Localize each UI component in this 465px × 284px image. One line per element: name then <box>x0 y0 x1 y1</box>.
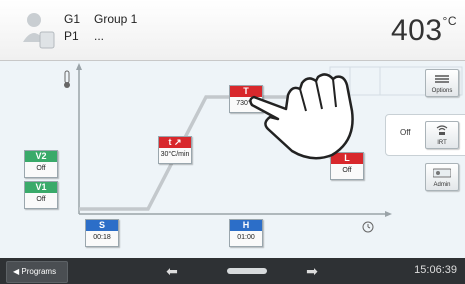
programs-arrow-icon: ◀ <box>13 267 20 276</box>
user-avatar-icon[interactable] <box>20 10 56 50</box>
options-button[interactable]: Options <box>425 69 459 97</box>
h-holding-time-button[interactable]: H 01:00 <box>229 219 263 247</box>
v1-value: Off <box>36 196 46 203</box>
t-heat-rate-button[interactable]: t ↗ 30°C/min <box>158 136 192 164</box>
t-rate-value: 30°C/min <box>160 151 190 158</box>
irt-label: IRT <box>437 140 447 146</box>
s-value: 00:18 <box>93 234 111 241</box>
programs-label: Programs <box>21 267 57 276</box>
arrow-left-icon: ⬅ <box>166 263 178 279</box>
s-label: S <box>86 220 118 231</box>
firing-curve-panel: V2 Off V1 Off S 00:18 t ↗ 30°C/min T 730… <box>0 61 465 258</box>
temperature-value: 403 <box>390 14 443 47</box>
l-value: Off <box>342 167 352 174</box>
v2-value: Off <box>36 165 46 172</box>
options-label: Options <box>431 88 453 94</box>
h-value: 01:00 <box>237 234 255 241</box>
programs-button[interactable]: ◀ Programs <box>6 261 68 283</box>
program-name: ... <box>94 29 105 43</box>
t-rate-label: t ↗ <box>159 137 191 148</box>
h-label: H <box>230 220 262 231</box>
pointing-hand-icon <box>249 73 354 160</box>
v2-label: V2 <box>25 151 57 162</box>
temperature-unit: °C <box>442 14 457 28</box>
admin-icon <box>433 168 451 178</box>
s-closing-time-button[interactable]: S 00:18 <box>85 219 119 247</box>
v1-label: V1 <box>25 182 57 193</box>
arrow-right-icon: ➡ <box>306 263 318 279</box>
options-icon <box>435 75 449 83</box>
header-bar: G1 Group 1 P1 ... 403°C <box>0 0 465 61</box>
previous-page-button[interactable]: ⬅ <box>152 260 192 282</box>
v1-vacuum-button[interactable]: V1 Off <box>24 181 58 209</box>
admin-label: Admin <box>433 182 451 188</box>
group-id: G1 <box>64 12 81 26</box>
group-name: Group 1 <box>94 12 138 26</box>
v2-vacuum-button[interactable]: V2 Off <box>24 150 58 178</box>
program-id: P1 <box>64 29 79 43</box>
clock-icon <box>362 221 374 233</box>
irt-button[interactable]: IRT <box>425 121 459 149</box>
page-indicator <box>227 268 267 274</box>
thermometer-icon <box>64 70 70 88</box>
clock-time: 15:06:39 <box>414 264 457 276</box>
furnace-temperature: 403°C <box>391 14 457 48</box>
admin-button[interactable]: Admin <box>425 163 459 191</box>
irt-state: Off <box>400 128 411 137</box>
irt-icon <box>436 125 448 135</box>
next-page-button[interactable]: ➡ <box>292 260 332 282</box>
bottom-navigation-bar: ◀ Programs ⬅ ➡ 15:06:39 <box>0 258 465 284</box>
